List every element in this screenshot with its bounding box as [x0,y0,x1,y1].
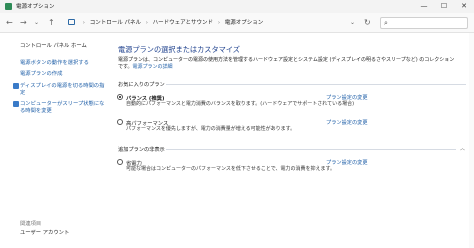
plan-high-performance-settings-link[interactable]: プラン設定の変更 [326,119,368,126]
window-title: 電源オプション [16,4,55,10]
sidebar-item-sleep-time[interactable]: コンピューターがスリープ状態になる時間を変更 [20,101,108,115]
plan-power-saver-settings-link[interactable]: プラン設定の変更 [326,159,368,166]
page-title: 電源プランの選択またはカスタマイズ [118,45,240,54]
plan-details-link[interactable]: 電源プランの詳細 [133,64,173,70]
sleep-icon [13,101,19,107]
divider [166,149,456,150]
collapse-chevron-icon[interactable]: ︿ [460,145,465,152]
minimize-button[interactable]: — [414,0,434,13]
search-icon: ⌕ [384,19,388,27]
preferred-plans-label: お気に入りのプラン [118,82,165,88]
additional-plans-label[interactable]: 追加プランの非表示 [118,146,165,153]
plan-power-saver-radio[interactable] [117,159,123,165]
refresh-button[interactable]: ↻ [364,17,371,29]
recent-locations-button[interactable]: ⌄ [34,17,39,29]
divider [166,84,466,85]
sidebar: コントロール パネル ホーム 電源ボタンの動作を選択する 電源プランの作成 ディ… [0,33,108,248]
plan-power-saver-desc: 可能な場合はコンピューターのパフォーマンスを低下させることで、電力の消費を抑えま… [126,166,336,172]
breadcrumb-separator: › [82,20,85,26]
up-button[interactable]: ↑ [48,17,55,29]
close-button[interactable]: ✕ [454,0,474,13]
breadcrumb-separator: › [145,20,148,26]
sidebar-item-display-off[interactable]: ディスプレイの電源を切る時間の指定 [20,83,108,97]
title-bar: 電源オプション — ☐ ✕ [0,0,474,13]
sidebar-item-create-plan[interactable]: 電源プランの作成 [20,71,62,78]
page-description: 電源プランは、コンピューターの電源の使用方法を管理するハードウェア設定とシステム… [118,57,458,71]
plan-high-performance-radio[interactable] [117,119,123,125]
scrollbar[interactable] [469,33,474,248]
search-input[interactable]: ⌕ [380,17,468,29]
address-dropdown-button[interactable]: ⌄ [350,17,355,29]
breadcrumb-hardware-sound[interactable]: ハードウェアとサウンド [153,20,213,26]
sidebar-item-user-accounts[interactable]: ユーザー アカウント [20,230,69,237]
breadcrumb-control-panel[interactable]: コントロール パネル [90,20,141,26]
breadcrumb: › コントロール パネル › ハードウェアとサウンド › 電源オプション [68,17,358,29]
sidebar-control-panel-home[interactable]: コントロール パネル ホーム [20,43,87,50]
maximize-button[interactable]: ☐ [434,0,454,13]
address-bar: ← → ⌄ ↑ › コントロール パネル › ハードウェアとサウンド › 電源オ… [0,13,474,33]
breadcrumb-power-options[interactable]: 電源オプション [225,20,264,26]
plan-balanced-settings-link[interactable]: プラン設定の変更 [326,94,368,101]
back-button[interactable]: ← [6,17,13,29]
display-icon [13,83,19,89]
forward-button[interactable]: → [20,17,27,29]
main-content: 電源プランの選択またはカスタマイズ 電源プランは、コンピューターの電源の使用方法… [108,33,474,248]
sidebar-item-power-button[interactable]: 電源ボタンの動作を選択する [20,60,89,67]
plan-high-performance-desc: パフォーマンスを優先しますが、電力の消費量が増える可能性があります。 [126,126,296,132]
power-options-icon [5,3,12,10]
related-title: 関連項目 [20,221,42,227]
plan-balanced-desc: 自動的にパフォーマンスと電力消費のバランスを取ります。(ハードウェアでサポートさ… [126,101,355,107]
breadcrumb-separator: › [217,20,221,26]
plan-balanced-radio[interactable] [117,94,123,100]
control-panel-icon [68,19,75,25]
